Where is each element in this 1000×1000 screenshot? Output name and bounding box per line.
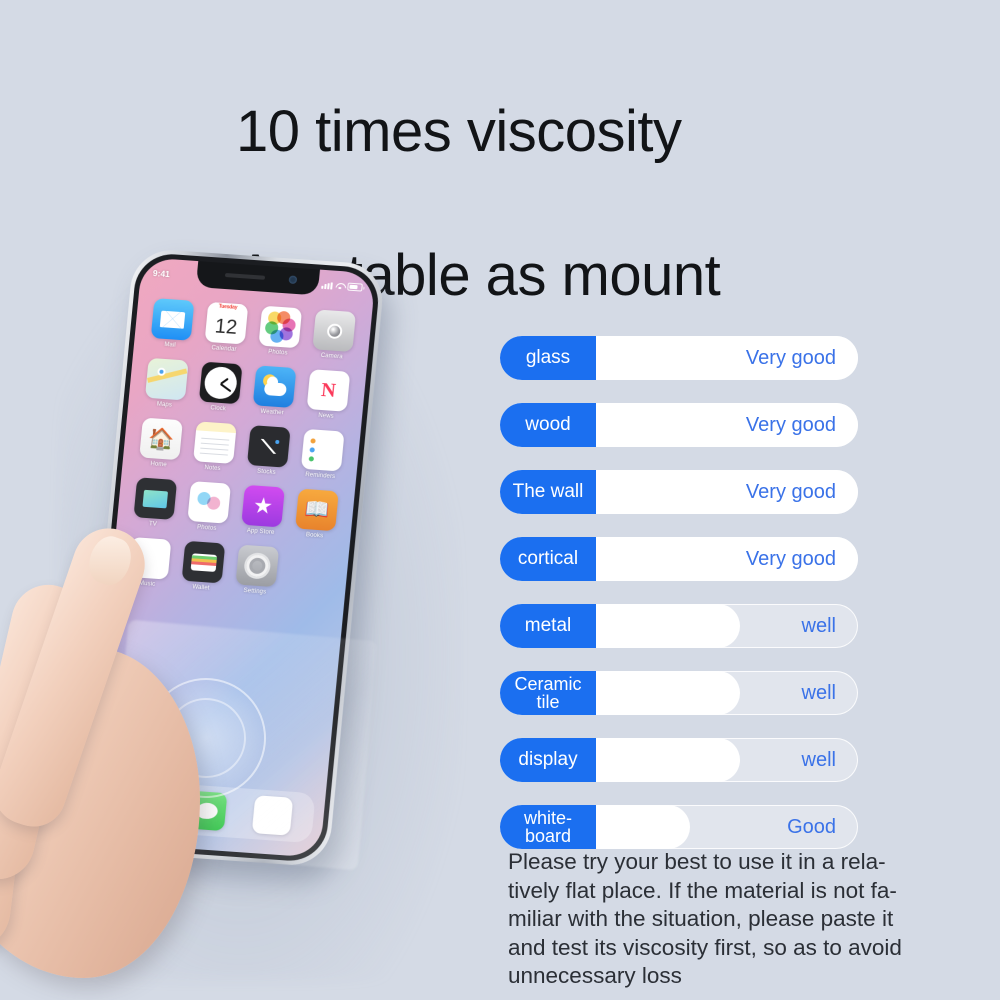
app-tv[interactable]: TV — [131, 477, 180, 529]
weather-icon — [252, 365, 297, 408]
rating-value-ceramic-tile: well — [801, 681, 836, 704]
app-photos-alt[interactable]: Photos — [184, 481, 233, 533]
signal-icon — [321, 281, 333, 289]
reminders-icon — [300, 428, 345, 472]
books-icon: 📖 — [295, 488, 339, 532]
news-icon: N — [306, 369, 351, 412]
status-time: 9:41 — [152, 267, 171, 280]
rating-row-cortical: cortical Very good — [500, 537, 858, 581]
front-camera-icon — [288, 275, 298, 284]
earpiece-speaker — [224, 273, 266, 280]
app-notes[interactable]: Notes — [190, 421, 239, 473]
app-label: Stocks — [256, 468, 276, 476]
hand — [0, 518, 320, 1000]
rating-value-the-wall: Very good — [745, 480, 836, 503]
rating-row-display: display well — [500, 738, 858, 782]
product-photo: 9:41 Mail Tuesday 12 Calendar Photos Cam… — [0, 200, 470, 1000]
app-news[interactable]: N News — [304, 369, 353, 421]
headline-line-1: 10 times viscosity — [236, 98, 682, 164]
surface-label-cortical: cortical — [500, 537, 596, 581]
status-indicators — [321, 281, 363, 292]
notch — [195, 261, 321, 296]
app-appstore[interactable]: ★ App Store — [238, 484, 287, 537]
rating-value-cortical: Very good — [745, 547, 836, 570]
rating-row-metal: metal well — [500, 604, 858, 648]
rating-row-whiteboard: white- board Good — [500, 805, 858, 849]
app-clock[interactable]: Clock — [196, 361, 245, 413]
tv-icon — [133, 477, 178, 520]
rating-row-ceramic-tile: Ceramic tile well — [500, 671, 858, 715]
app-home[interactable]: 🏠 Home — [136, 417, 185, 469]
app-label: Clock — [210, 405, 227, 413]
app-label: Notes — [204, 464, 221, 473]
maps-icon — [144, 357, 189, 401]
app-reminders[interactable]: Reminders — [298, 428, 347, 481]
stocks-icon — [246, 425, 291, 468]
mail-icon — [150, 298, 195, 341]
rating-value-glass: Very good — [745, 346, 836, 369]
clock-icon — [198, 361, 243, 405]
rating-value-display: well — [801, 748, 836, 771]
usage-note: Please try your best to use it in a rela… — [508, 849, 902, 989]
wifi-icon — [335, 282, 345, 290]
rating-value-wood: Very good — [745, 413, 836, 436]
app-label: Camera — [320, 352, 343, 361]
app-label: Calendar — [211, 345, 237, 353]
app-label: News — [317, 412, 334, 420]
notes-icon — [193, 421, 237, 464]
surface-label-ceramic-tile: Ceramic tile — [500, 671, 596, 715]
battery-icon — [347, 282, 363, 292]
app-camera[interactable]: Camera — [309, 309, 358, 361]
rating-value-metal: well — [801, 614, 836, 637]
app-label: Photos — [267, 349, 288, 357]
rating-row-wood: wood Very good — [500, 403, 858, 447]
photos-alt-icon — [187, 481, 232, 524]
app-label: Mail — [164, 341, 177, 349]
photos-icon — [258, 305, 303, 349]
surface-label-whiteboard: white- board — [500, 805, 596, 849]
rating-row-the-wall: The wall Very good — [500, 470, 858, 514]
app-label: TV — [148, 521, 158, 528]
camera-icon — [312, 309, 357, 353]
app-maps[interactable]: Maps — [142, 357, 191, 410]
home-icon: 🏠 — [139, 417, 183, 461]
appstore-icon: ★ — [241, 484, 285, 528]
app-label: Reminders — [304, 472, 336, 481]
app-label: Weather — [260, 408, 284, 417]
app-weather[interactable]: Weather — [250, 365, 299, 417]
rating-value-whiteboard: Good — [787, 815, 836, 838]
app-mail[interactable]: Mail — [148, 298, 197, 350]
app-label: Home — [150, 461, 168, 469]
app-stocks[interactable]: Stocks — [244, 425, 293, 477]
surface-label-the-wall: The wall — [500, 470, 596, 514]
app-photos[interactable]: Photos — [256, 305, 305, 358]
app-calendar[interactable]: Tuesday 12 Calendar — [202, 301, 251, 354]
surface-label-metal: metal — [500, 604, 596, 648]
calendar-icon: Tuesday 12 — [204, 301, 249, 345]
ratings-panel: glass Very good wood Very good The wall … — [500, 336, 858, 872]
app-label: Maps — [156, 401, 173, 409]
surface-label-display: display — [500, 738, 596, 782]
surface-label-glass: glass — [500, 336, 596, 380]
rating-row-glass: glass Very good — [500, 336, 858, 380]
surface-label-wood: wood — [500, 403, 596, 447]
